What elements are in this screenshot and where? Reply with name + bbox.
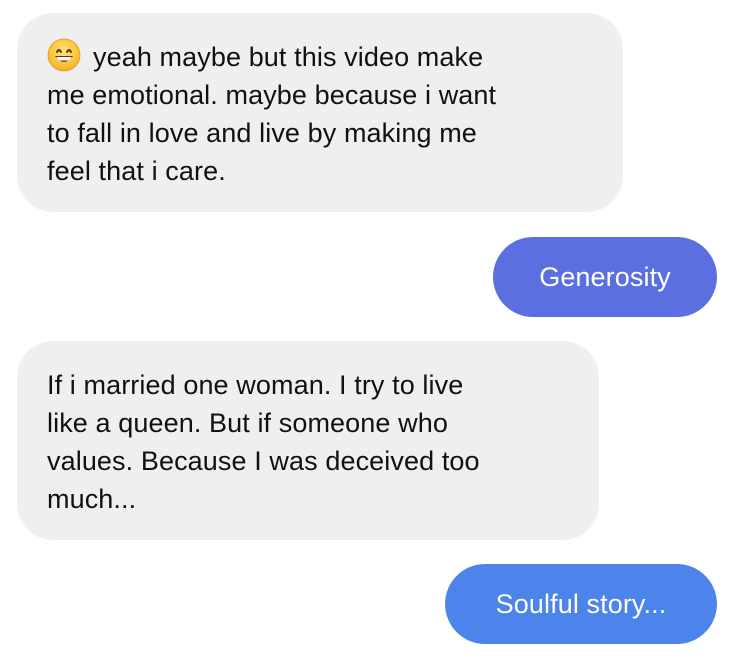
message-line: If i married one woman. I try to live <box>47 370 464 400</box>
message-bubble-incoming[interactable]: yeah maybe but this video make me emotio… <box>17 13 623 212</box>
message-line: feel that i care. <box>47 156 226 186</box>
grinning-face-icon <box>47 38 81 72</box>
message-line: Generosity <box>539 262 671 292</box>
message-line: yeah maybe but this video make <box>47 38 593 76</box>
message-text: yeah maybe but this video make <box>93 42 484 72</box>
message-line: me emotional. maybe because i want <box>47 80 497 110</box>
message-bubble-outgoing[interactable]: Generosity <box>493 237 717 317</box>
message-line: to fall in love and live by making me <box>47 118 477 148</box>
message-line: much... <box>47 484 137 514</box>
message-bubble-incoming[interactable]: If i married one woman. I try to live li… <box>17 341 599 540</box>
message-line: Soulful story... <box>495 589 667 619</box>
message-bubble-outgoing[interactable]: Soulful story... <box>445 564 717 644</box>
message-line: values. Because I was deceived too <box>47 446 480 476</box>
message-line: like a queen. But if someone who <box>47 408 448 438</box>
